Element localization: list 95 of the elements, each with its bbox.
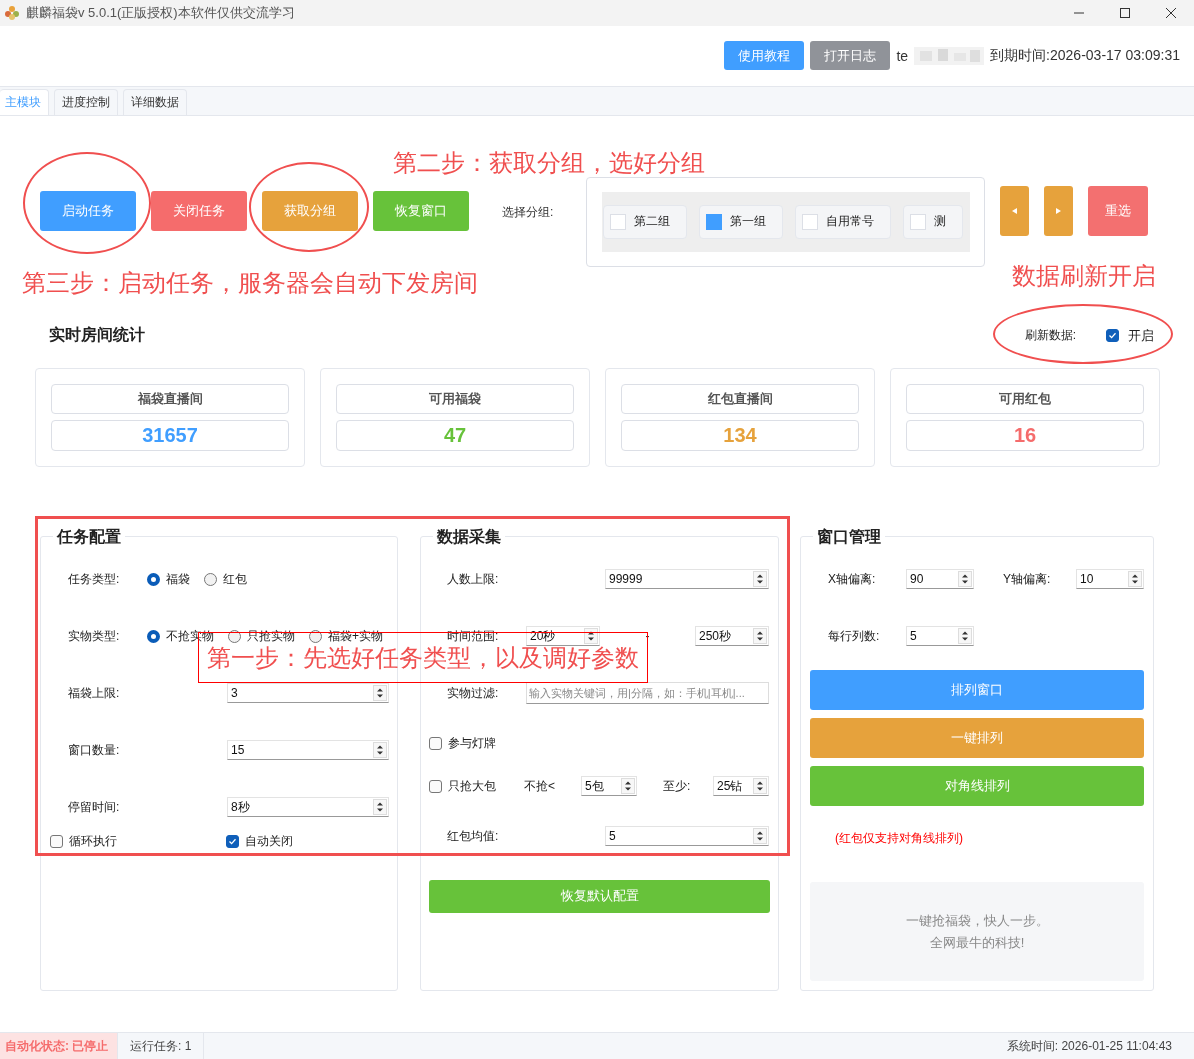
annotation-text: 数据刷新开启 bbox=[1012, 261, 1156, 291]
checkbox-label: 参与灯牌 bbox=[448, 734, 496, 752]
spinner-arrows-icon[interactable] bbox=[373, 685, 387, 702]
field-label: 不抢< bbox=[524, 777, 556, 795]
panel-title: 任务配置 bbox=[53, 525, 125, 548]
field-label: 窗口数量: bbox=[68, 741, 121, 759]
group-chip[interactable]: 第一组 bbox=[699, 204, 784, 239]
spinner-arrows-icon[interactable] bbox=[753, 778, 767, 795]
radio-label: 红包 bbox=[223, 570, 247, 588]
spin-field[interactable]: 250秒 bbox=[695, 626, 769, 647]
field-label: 人数上限: bbox=[447, 570, 500, 588]
spin-field[interactable]: 8秒 bbox=[227, 797, 389, 818]
checkbox[interactable] bbox=[1106, 329, 1119, 343]
refresh-option-label: 开启 bbox=[1128, 326, 1154, 345]
checkmark-icon bbox=[1108, 331, 1117, 341]
field-label: 停留时间: bbox=[68, 798, 121, 816]
section-title: 实时房间统计 bbox=[49, 325, 145, 346]
stat-label: 红包直播间 bbox=[621, 383, 859, 415]
checkbox[interactable] bbox=[429, 736, 442, 750]
right-arrow-icon bbox=[1056, 207, 1062, 214]
spin-field[interactable]: 25钻 bbox=[713, 776, 769, 797]
group-chip[interactable]: 测 bbox=[903, 204, 964, 239]
field-label: 福袋上限: bbox=[68, 684, 121, 702]
automation-status: 自动化状态: 已停止 bbox=[0, 1033, 118, 1059]
stat-label: 福袋直播间 bbox=[51, 383, 289, 415]
spin-field[interactable]: 5 bbox=[605, 826, 769, 847]
field-label: 实物过滤: bbox=[447, 684, 500, 702]
note-text: (红包仅支持对角线排列) bbox=[835, 830, 964, 848]
spin-field[interactable]: 90 bbox=[906, 569, 974, 590]
checkbox-label: 只抢大包 bbox=[448, 777, 496, 795]
app-logo-icon bbox=[4, 4, 20, 21]
stat-label: 可用福袋 bbox=[336, 383, 574, 415]
maximize-icon[interactable] bbox=[1120, 7, 1130, 18]
window-title: 麒麟福袋v 5.0.1(正版授权)本软件仅供交流学习 bbox=[26, 3, 295, 22]
field-label: 任务类型: bbox=[68, 570, 121, 588]
running-tasks-text: 运行任务: 1 bbox=[118, 1033, 205, 1059]
annotation-text: 第三步：启动任务，服务器会自动下发房间 bbox=[22, 268, 478, 298]
slogan-text: 全网最牛的科技! bbox=[929, 933, 1025, 952]
tab[interactable]: 进度控制 bbox=[54, 88, 118, 115]
checkbox[interactable] bbox=[50, 835, 63, 849]
blurred-text-mark bbox=[914, 46, 985, 65]
radio-button[interactable] bbox=[228, 629, 241, 643]
checkbox[interactable] bbox=[226, 835, 239, 849]
refresh-label: 刷新数据: bbox=[1024, 327, 1076, 345]
group-chip[interactable]: 第二组 bbox=[603, 204, 688, 239]
spinner-arrows-icon[interactable] bbox=[1128, 571, 1142, 588]
radio-button[interactable] bbox=[309, 629, 322, 643]
annotation-text: 第二步：获取分组，选好分组 bbox=[393, 148, 705, 178]
system-time-text: 系统时间: 2026-01-25 11:04:43 bbox=[1005, 1037, 1173, 1055]
radio-label: 福袋 bbox=[166, 570, 190, 588]
spinner-arrows-icon[interactable] bbox=[958, 628, 972, 645]
panel-title: 数据采集 bbox=[433, 525, 505, 548]
radio-button[interactable] bbox=[147, 629, 160, 643]
spinner-arrows-icon[interactable] bbox=[621, 778, 635, 795]
username-text: te bbox=[896, 47, 909, 64]
stat-value: 47 bbox=[336, 420, 574, 451]
checkbox-label: 自动关闭 bbox=[245, 833, 293, 851]
spin-field[interactable]: 10 bbox=[1076, 569, 1144, 590]
tab[interactable]: 详细数据 bbox=[123, 88, 187, 115]
radio-button[interactable] bbox=[147, 572, 160, 586]
range-separator: - bbox=[644, 629, 651, 644]
checkbox-label: 循环执行 bbox=[69, 833, 117, 851]
radio-button[interactable] bbox=[204, 572, 217, 586]
spin-field[interactable]: 5 bbox=[906, 626, 974, 647]
stat-value: 16 bbox=[906, 420, 1144, 451]
stat-value: 31657 bbox=[51, 420, 289, 451]
spinner-arrows-icon[interactable] bbox=[753, 571, 767, 588]
stat-label: 可用红包 bbox=[906, 383, 1144, 415]
close-icon[interactable] bbox=[1166, 7, 1176, 18]
checkbox[interactable] bbox=[429, 779, 442, 793]
field-label: 每行列数: bbox=[828, 627, 881, 645]
field-label: Y轴偏离: bbox=[1003, 570, 1052, 588]
checkbox[interactable] bbox=[706, 213, 723, 230]
expiry-text: 到期时间:2026-03-17 03:09:31 bbox=[990, 46, 1180, 65]
stat-value: 134 bbox=[621, 420, 859, 451]
field-label: X轴偏离: bbox=[828, 570, 877, 588]
group-label: 选择分组: bbox=[502, 203, 554, 221]
spin-field[interactable]: 3 bbox=[227, 683, 389, 704]
spinner-arrows-icon[interactable] bbox=[958, 571, 972, 588]
spin-field[interactable]: 99999 bbox=[605, 569, 769, 590]
field-label: 实物类型: bbox=[68, 627, 121, 645]
filter-input[interactable]: 输入实物关键词，用|分隔，如：手机|耳机|... bbox=[526, 682, 769, 705]
spin-field[interactable]: 15 bbox=[227, 740, 389, 761]
checkmark-icon bbox=[228, 837, 237, 847]
spin-field[interactable]: 5包 bbox=[581, 776, 637, 797]
panel-title: 窗口管理 bbox=[813, 525, 885, 548]
spinner-arrows-icon[interactable] bbox=[373, 799, 387, 816]
spinner-arrows-icon[interactable] bbox=[373, 742, 387, 759]
slogan-text: 一键抢福袋，快人一步。 bbox=[905, 911, 1049, 930]
left-arrow-icon bbox=[1012, 207, 1018, 214]
spinner-arrows-icon[interactable] bbox=[753, 828, 767, 845]
field-label: 至少: bbox=[663, 777, 692, 795]
spinner-arrows-icon[interactable] bbox=[753, 628, 767, 645]
group-chip[interactable]: 自用常号 bbox=[795, 204, 892, 239]
field-label: 红包均值: bbox=[447, 827, 500, 845]
